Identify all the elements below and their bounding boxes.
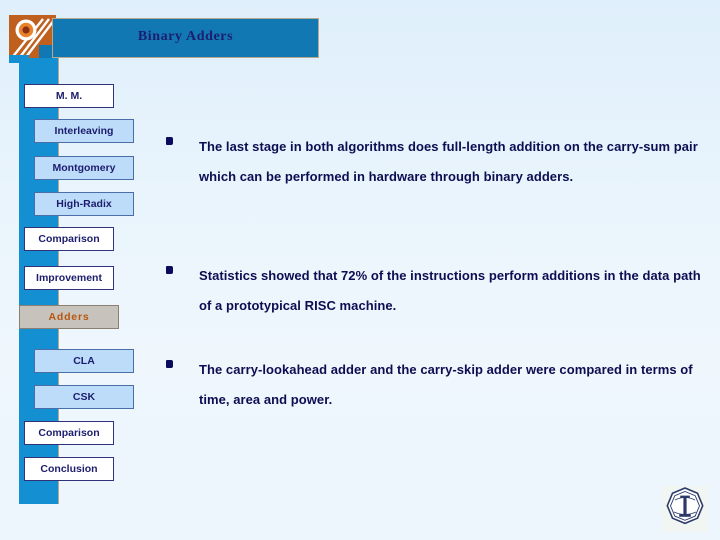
sidebar-item-comparison[interactable]: Comparison (24, 227, 114, 251)
sidebar-item-high-radix[interactable]: High-Radix (34, 192, 134, 216)
sidebar-item-interleaving[interactable]: Interleaving (34, 119, 134, 143)
sidebar-item-comparison[interactable]: Comparison (24, 421, 114, 445)
slide-title-bar: Binary Adders (52, 18, 319, 58)
square-bullet-icon (166, 360, 173, 368)
square-bullet-icon (166, 266, 173, 274)
bullet-text: The carry-lookahead adder and the carry-… (199, 362, 693, 407)
bullet-item: The carry-lookahead adder and the carry-… (163, 355, 708, 415)
sunburst-graphic (9, 15, 56, 63)
page-title: Binary Adders (137, 29, 234, 44)
sidebar-item-adders[interactable]: Adders (19, 305, 119, 329)
bullet-text: The last stage in both algorithms does f… (199, 139, 698, 184)
sidebar-item-conclusion[interactable]: Conclusion (24, 457, 114, 481)
sidebar-item-improvement[interactable]: Improvement (24, 266, 114, 290)
bullet-text: Statistics showed that 72% of the instru… (199, 268, 701, 313)
square-bullet-icon (166, 137, 173, 145)
bullet-item: The last stage in both algorithms does f… (163, 132, 708, 192)
sidebar-item-m-m[interactable]: M. M. (24, 84, 114, 108)
sidebar-item-montgomery[interactable]: Montgomery (34, 156, 134, 180)
sidebar-item-cla[interactable]: CLA (34, 349, 134, 373)
sidebar-item-csk[interactable]: CSK (34, 385, 134, 409)
slide-canvas: Binary Adders M. M. Interleaving Montgomer… (0, 0, 720, 540)
bullet-item: Statistics showed that 72% of the instru… (163, 261, 708, 321)
university-seal-emblem (662, 486, 708, 532)
